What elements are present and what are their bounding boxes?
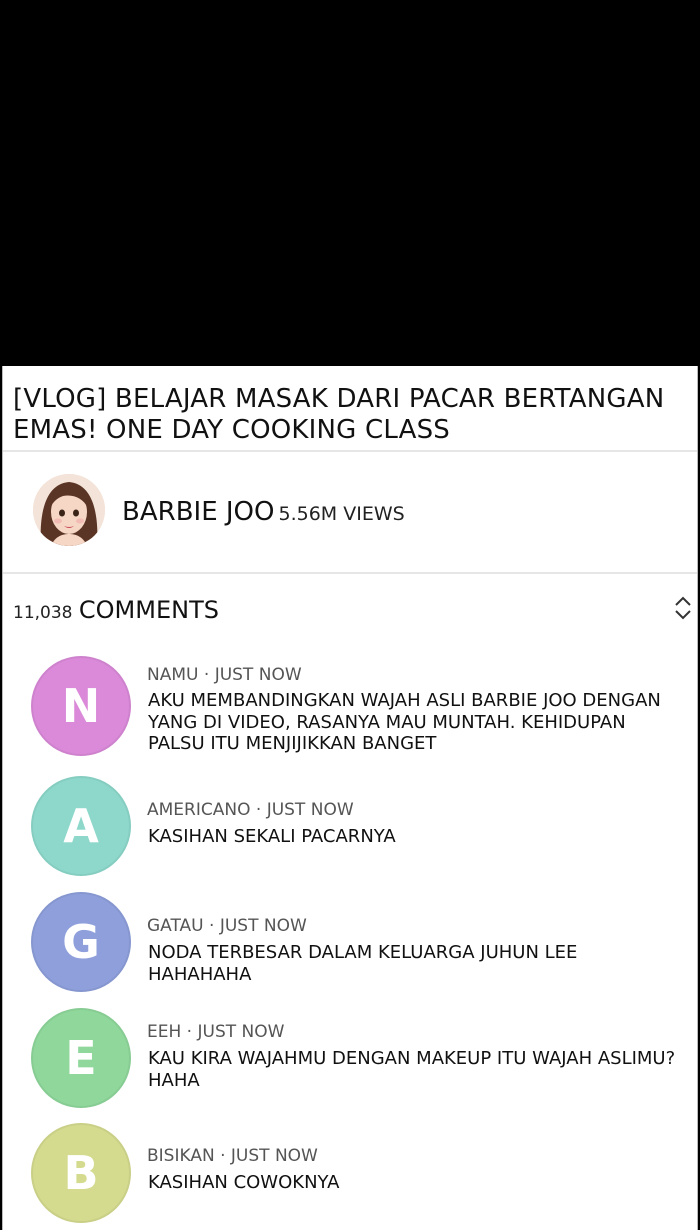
meta-separator: · — [209, 916, 215, 936]
comment-time: JUST NOW — [266, 800, 354, 820]
video-info-panel: [VLOG] BELAJAR MASAK DARI PACAR BERTANGA… — [2, 366, 698, 1230]
comment-meta: GATAU · JUST NOW — [147, 916, 307, 936]
comment-meta: AMERICANO · JUST NOW — [147, 800, 354, 820]
channel-avatar[interactable] — [33, 474, 105, 546]
comment-author[interactable]: NAMU — [147, 665, 198, 685]
title-block: [VLOG] BELAJAR MASAK DARI PACAR BERTANGA… — [3, 366, 697, 452]
comment-count-group: 11,038 COMMENTS — [13, 596, 219, 624]
comment-time: JUST NOW — [197, 1022, 285, 1042]
comment-meta: BISIKAN · JUST NOW — [147, 1146, 318, 1166]
comment-author[interactable]: EEH — [147, 1022, 181, 1042]
comment-author[interactable]: AMERICANO — [147, 800, 250, 820]
comment-avatar[interactable]: B — [31, 1123, 131, 1223]
channel-info: BARBIE JOO 5.56M VIEWS — [122, 497, 405, 527]
comment-time: JUST NOW — [219, 916, 307, 936]
meta-separator: · — [203, 665, 210, 685]
channel-row: BARBIE JOO 5.56M VIEWS — [3, 452, 697, 574]
comment-text: KASIHAN SEKALI PACARNYA — [148, 826, 396, 847]
meta-separator: · — [255, 800, 262, 820]
comment-text: AKU MEMBANDINGKAN WAJAH ASLI BARBIE JOO … — [148, 690, 661, 754]
channel-name[interactable]: BARBIE JOO — [122, 497, 274, 527]
comment-author[interactable]: GATAU — [147, 916, 204, 936]
comment-avatar[interactable]: N — [31, 656, 131, 756]
comment-meta: EEH · JUST NOW — [147, 1022, 284, 1042]
comment-meta: NAMU · JUST NOW — [147, 665, 302, 685]
comment-author[interactable]: BISIKAN — [147, 1146, 215, 1166]
comment-avatar[interactable]: E — [31, 1008, 131, 1108]
sort-updown-icon[interactable] — [673, 594, 693, 622]
comment-time: JUST NOW — [230, 1146, 318, 1166]
video-player[interactable] — [0, 0, 700, 366]
video-title: [VLOG] BELAJAR MASAK DARI PACAR BERTANGA… — [13, 384, 665, 445]
view-count: 5.56M VIEWS — [278, 503, 405, 525]
comment-count: 11,038 — [13, 603, 73, 623]
channel-avatar-illustration — [33, 474, 105, 546]
comment-text: KAU KIRA WAJAHMU DENGAN MAKEUP ITU WAJAH… — [148, 1048, 676, 1091]
comment-text: NODA TERBESAR DALAM KELUARGA JUHUN LEE H… — [148, 942, 578, 985]
meta-separator: · — [186, 1022, 193, 1042]
comments-label: COMMENTS — [78, 596, 219, 624]
comments-header: 11,038 COMMENTS — [3, 574, 697, 642]
comment-avatar[interactable]: A — [31, 776, 131, 876]
comment-avatar[interactable]: G — [31, 892, 131, 992]
comment-text: KASIHAN COWOKNYA — [148, 1172, 340, 1193]
comment-time: JUST NOW — [214, 665, 302, 685]
meta-separator: · — [220, 1146, 226, 1166]
